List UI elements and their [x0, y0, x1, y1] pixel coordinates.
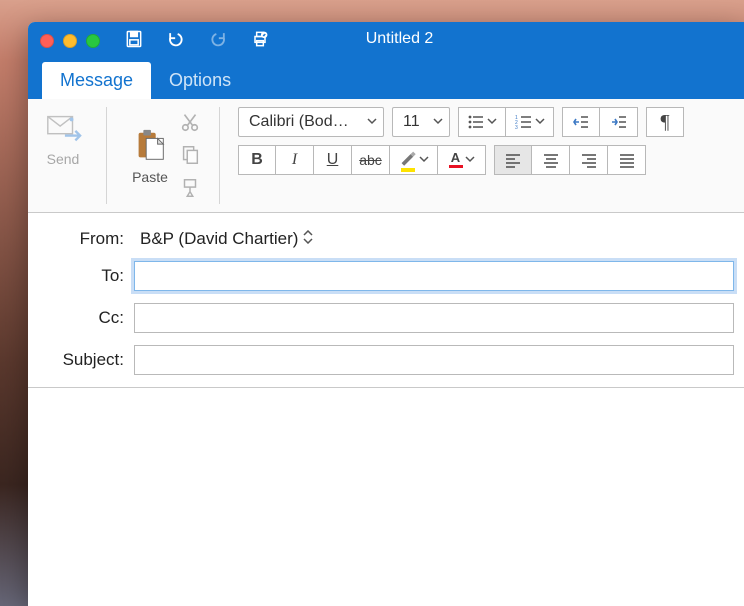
cc-label: Cc: — [38, 308, 124, 328]
highlight-icon — [399, 149, 417, 172]
svg-text:3: 3 — [515, 125, 518, 131]
underline-button[interactable]: U — [314, 145, 352, 175]
message-body[interactable] — [28, 388, 744, 606]
align-center-button[interactable] — [532, 145, 570, 175]
save-icon[interactable] — [124, 29, 144, 54]
window-title: Untitled 2 — [366, 30, 434, 48]
bold-button[interactable]: B — [238, 145, 276, 175]
chevron-down-icon — [433, 113, 443, 131]
copy-icon[interactable] — [179, 144, 201, 171]
minimize-window-button[interactable] — [63, 34, 77, 48]
paste-label: Paste — [132, 169, 168, 185]
paragraph-marks-button[interactable]: ¶ — [646, 107, 684, 137]
chevron-down-icon — [367, 113, 377, 131]
cut-icon[interactable] — [179, 111, 201, 138]
increase-indent-button[interactable] — [600, 107, 638, 137]
italic-button[interactable]: I — [276, 145, 314, 175]
from-label: From: — [38, 229, 124, 249]
strikethrough-button[interactable]: abc — [352, 145, 390, 175]
subject-label: Subject: — [38, 350, 124, 370]
chevron-down-icon — [487, 113, 497, 131]
from-account-picker[interactable]: B&P (David Chartier) — [134, 229, 734, 249]
send-button[interactable]: Send — [38, 107, 88, 169]
font-color-icon: A — [449, 152, 463, 168]
format-painter-icon[interactable] — [179, 177, 201, 204]
compose-window: Untitled 2 Message Options Send Paste — [28, 22, 744, 606]
redo-icon[interactable] — [208, 29, 228, 54]
undo-icon[interactable] — [166, 29, 186, 54]
from-value: B&P (David Chartier) — [140, 229, 298, 249]
print-icon[interactable] — [250, 29, 270, 54]
ribbon: Send Paste Cal — [28, 99, 744, 213]
updown-icon — [302, 229, 314, 249]
align-left-button[interactable] — [494, 145, 532, 175]
tab-options[interactable]: Options — [151, 62, 249, 99]
cc-field[interactable] — [134, 303, 734, 333]
ribbon-tabstrip: Message Options — [28, 60, 744, 99]
desktop-background: Untitled 2 Message Options Send Paste — [0, 0, 744, 606]
font-size-combo[interactable]: 11 — [392, 107, 450, 137]
highlight-button[interactable] — [390, 145, 438, 175]
separator — [106, 107, 107, 204]
tab-message[interactable]: Message — [42, 62, 151, 99]
align-right-button[interactable] — [570, 145, 608, 175]
chevron-down-icon — [535, 113, 545, 131]
font-family-value: Calibri (Bod… — [249, 113, 349, 131]
subject-field[interactable] — [134, 345, 734, 375]
chevron-down-icon — [419, 151, 429, 169]
message-header: From: B&P (David Chartier) To: Cc: Subje… — [28, 213, 744, 388]
window-controls — [40, 34, 100, 48]
send-label: Send — [47, 151, 80, 167]
zoom-window-button[interactable] — [86, 34, 100, 48]
bullets-button[interactable] — [458, 107, 506, 137]
to-label: To: — [38, 266, 124, 286]
close-window-button[interactable] — [40, 34, 54, 48]
align-justify-button[interactable] — [608, 145, 646, 175]
paste-button[interactable]: Paste — [125, 107, 175, 204]
separator — [219, 107, 220, 204]
chevron-down-icon — [465, 151, 475, 169]
decrease-indent-button[interactable] — [562, 107, 600, 137]
font-size-value: 11 — [403, 113, 420, 131]
font-color-button[interactable]: A — [438, 145, 486, 175]
numbering-button[interactable]: 123 — [506, 107, 554, 137]
to-field[interactable] — [134, 261, 734, 291]
font-family-combo[interactable]: Calibri (Bod… — [238, 107, 384, 137]
titlebar: Untitled 2 — [28, 22, 744, 60]
